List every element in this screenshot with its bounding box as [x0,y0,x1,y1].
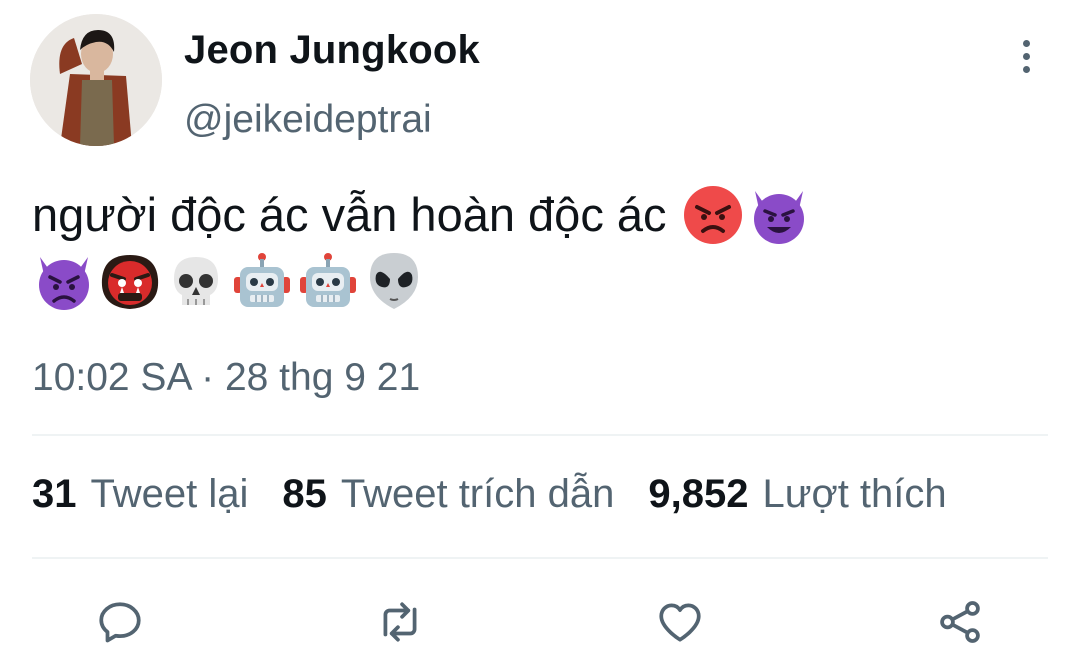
tweet-timestamp[interactable]: 10:02 SA · 28 thg 9 21 [32,356,420,400]
display-name[interactable]: Jeon Jungkook [184,28,480,73]
divider [32,434,1048,436]
likes-stat[interactable]: 9,852 Lượt thích [648,472,946,517]
retweets-count: 31 [32,472,77,516]
divider [32,557,1048,559]
like-icon [659,603,701,642]
reply-icon [99,602,141,643]
avatar[interactable] [30,14,162,146]
retweets-label: Tweet lại [90,472,249,516]
reply-button[interactable] [90,592,150,652]
share-button[interactable] [930,592,990,652]
avatar-photo [30,14,162,146]
share-icon [940,601,980,643]
retweet-button[interactable] [370,592,430,652]
retweet-icon [383,602,417,642]
retweets-stat[interactable]: 31 Tweet lại [32,472,248,517]
quotes-count: 85 [282,472,327,516]
quotes-stat[interactable]: 85 Tweet trích dẫn [282,472,614,517]
more-options-icon[interactable] [1008,36,1044,76]
robot-emoji-icon [296,249,360,313]
tweet-emoji-row [32,246,428,316]
robot-emoji-icon [230,249,294,313]
like-button[interactable] [650,592,710,652]
alien-emoji-icon [362,249,426,313]
quotes-label: Tweet trích dẫn [340,472,615,516]
tweet-text-body: người độc ác vẫn hoàn độc ác [32,188,667,241]
tweet-actions [0,592,1074,652]
likes-label: Lượt thích [762,472,947,516]
likes-count: 9,852 [648,472,749,516]
ogre-emoji-icon [98,249,162,313]
angry-face-with-horns-emoji-icon [32,249,96,313]
tweet-stats: 31 Tweet lại 85 Tweet trích dẫn 9,852 Lượt … [32,472,981,517]
tweet-text: người độc ác vẫn hoàn độc ác [32,184,813,246]
user-handle[interactable]: @jeikeideptrai [184,98,432,142]
angry-face-emoji-icon [681,183,745,247]
skull-emoji-icon [164,249,228,313]
smiling-face-with-horns-emoji-icon [747,183,811,247]
